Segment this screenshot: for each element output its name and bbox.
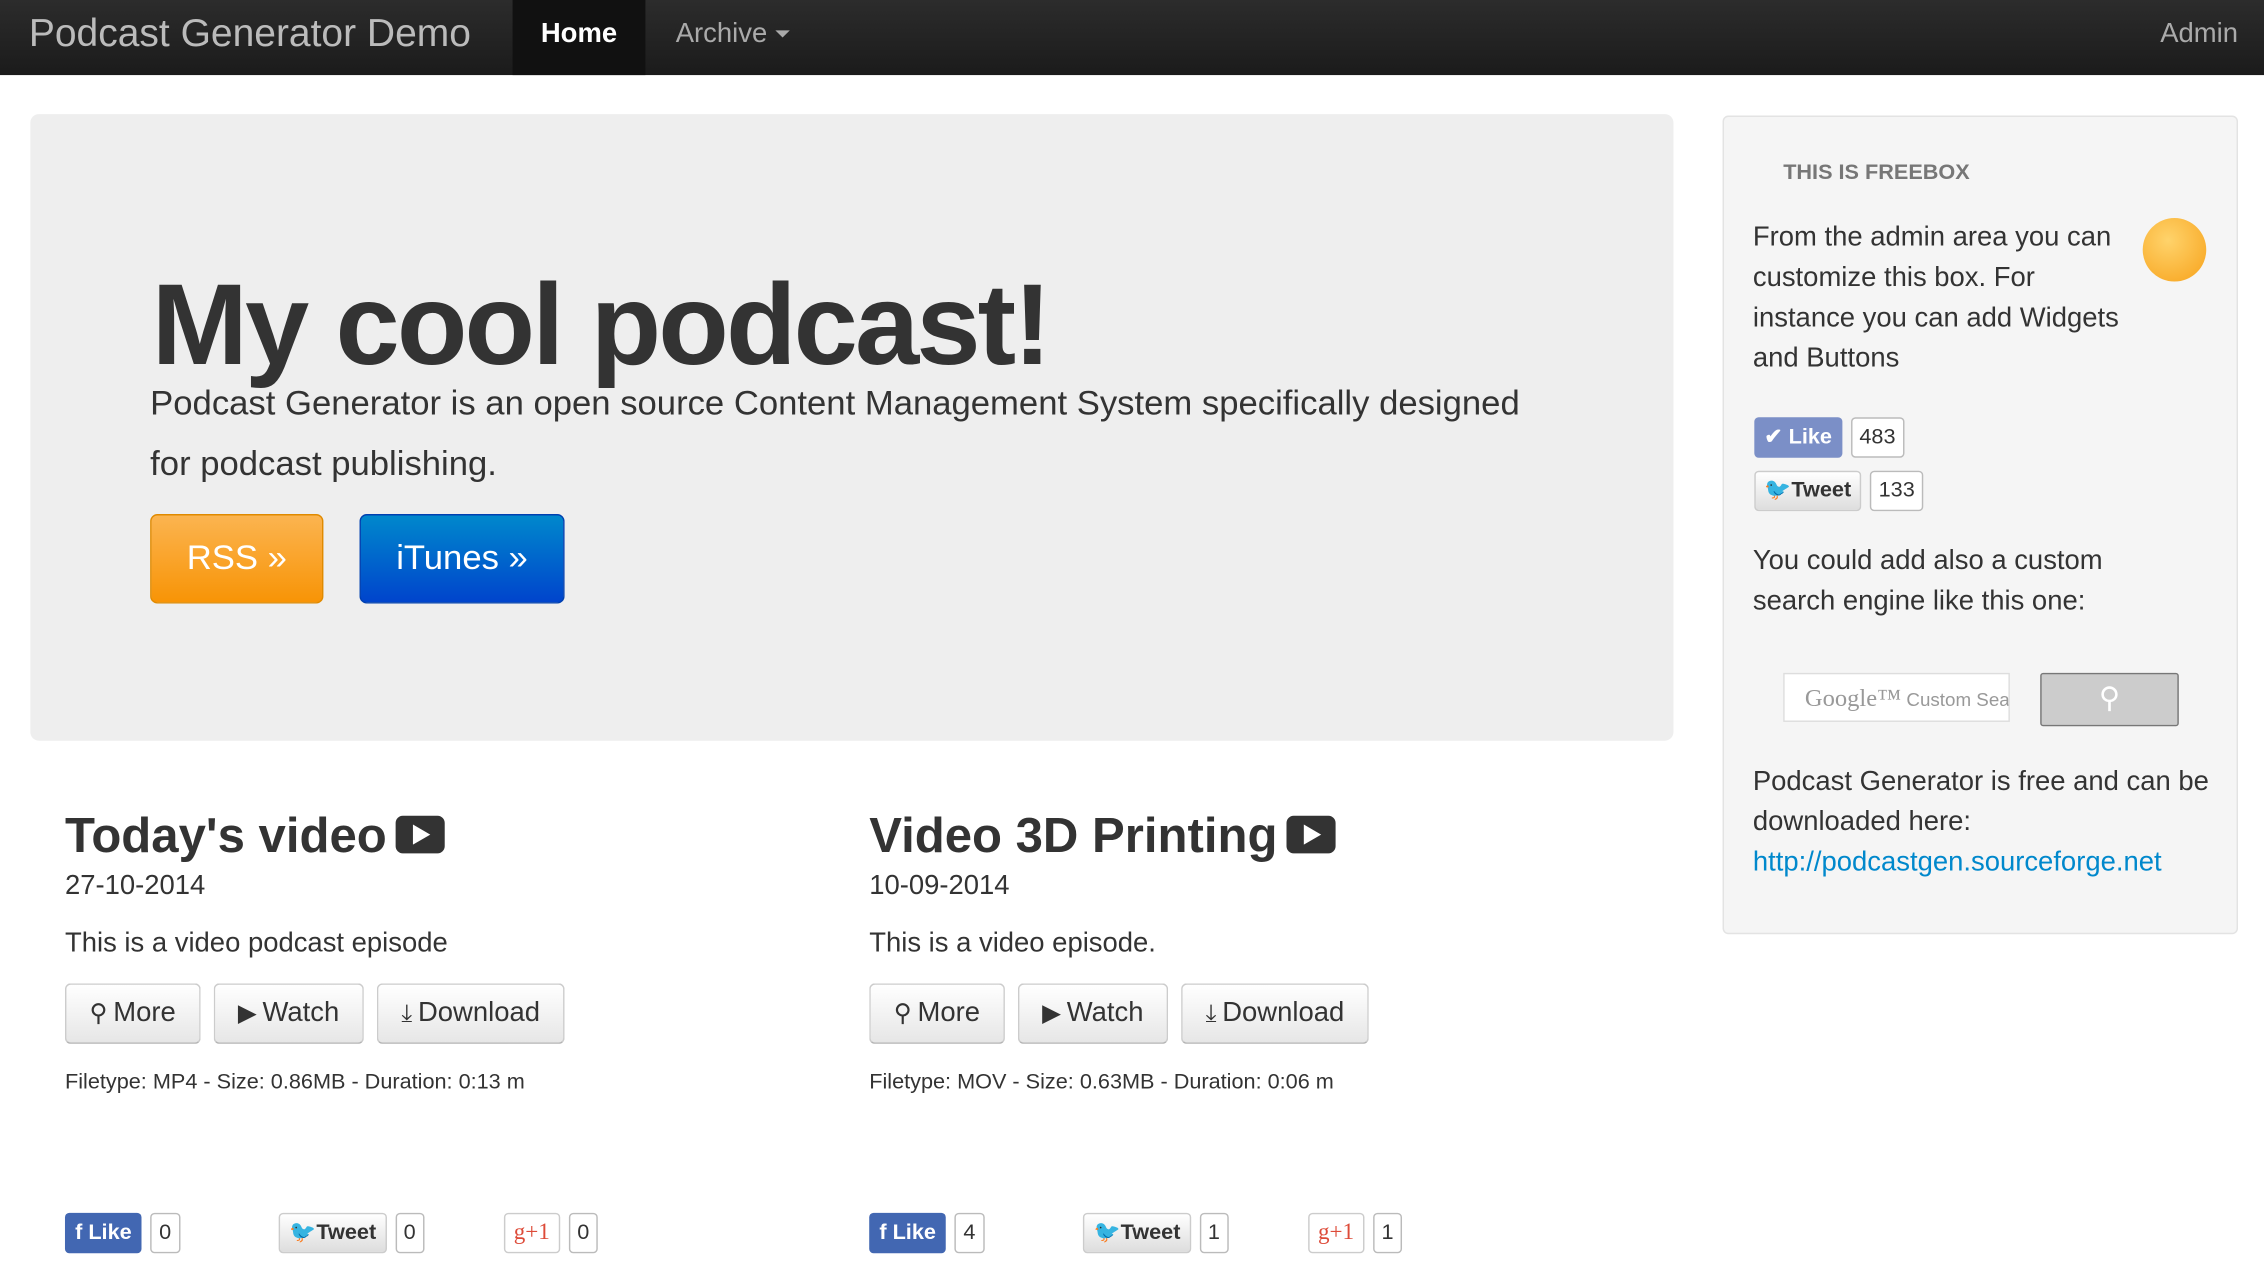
custom-search-input[interactable]: Google™ Custom Search xyxy=(1783,672,2010,722)
search-icon: ⚲ xyxy=(893,999,912,1027)
facebook-like-button[interactable]: f Like xyxy=(869,1212,947,1254)
download-label: Download xyxy=(1222,997,1345,1029)
google-plus-button[interactable]: g+1 xyxy=(503,1212,560,1254)
freebox-intro: From the admin area you can customize th… xyxy=(1752,222,2119,374)
tweet-button[interactable]: 🐦Tweet xyxy=(1754,470,1862,512)
download-icon: ⤓ xyxy=(1205,999,1217,1027)
like-label: Like xyxy=(1788,424,1832,450)
tweet-count: 0 xyxy=(394,1212,425,1254)
caret-down-icon xyxy=(775,31,791,39)
watch-label: Watch xyxy=(1066,997,1144,1029)
hero-unit: My cool podcast! Podcast Generator is an… xyxy=(30,114,1674,741)
episode-title[interactable]: Today's video xyxy=(65,809,816,865)
page: Podcast Generator Demo Home Archive Admi… xyxy=(0,0,2264,1282)
episode-title-text: Today's video xyxy=(64,808,387,864)
google-plus-button[interactable]: g+1 xyxy=(1307,1212,1365,1254)
social-buttons: f Like 0 🐦Tweet 0 g+1 0 xyxy=(64,1212,816,1254)
gplus-label: +1 xyxy=(1329,1220,1355,1245)
freebox-heading: THIS IS FREEBOX xyxy=(1783,160,1970,185)
facebook-icon: f xyxy=(879,1220,893,1245)
tweet-count: 1 xyxy=(1199,1212,1229,1254)
episode-meta: Filetype: MP4 - Size: 0.86MB - Duration:… xyxy=(64,1069,525,1095)
google-plus-icon: g xyxy=(513,1220,526,1245)
episode-meta: Filetype: MOV - Size: 0.63MB - Duration:… xyxy=(869,1069,1334,1095)
search-icon: ⚲ xyxy=(2098,682,2121,715)
like-label: Like xyxy=(892,1220,936,1245)
episode-date: 27-10-2014 xyxy=(64,870,206,901)
nav-archive-dropdown[interactable]: Archive xyxy=(676,0,791,69)
gplus-count: 0 xyxy=(568,1212,598,1254)
outro-text: Podcast Generator is free and can be dow… xyxy=(1752,766,2209,838)
search-button[interactable]: ⚲ xyxy=(2040,672,2179,727)
episode-date: 10-09-2014 xyxy=(869,870,1010,901)
twitter-bird-icon: 🐦 xyxy=(1764,477,1792,503)
like-count: 4 xyxy=(954,1212,985,1254)
gplus-count: 1 xyxy=(1372,1212,1403,1254)
video-icon xyxy=(395,815,445,854)
brand-link[interactable]: Podcast Generator Demo xyxy=(29,12,471,57)
gplus-label: +1 xyxy=(525,1220,550,1245)
sidebar-tweet-widget: 🐦Tweet 133 xyxy=(1754,470,1924,512)
google-plus-icon: g xyxy=(1317,1220,1330,1245)
episode-description: This is a video episode. xyxy=(869,928,1156,959)
google-brand: Google™ xyxy=(1804,684,1902,712)
download-label: Download xyxy=(417,997,540,1029)
hero-lead: Podcast Generator is an open source Cont… xyxy=(150,384,1520,484)
watch-button[interactable]: ▶ Watch xyxy=(213,983,364,1044)
episode-title[interactable]: Video 3D Printing xyxy=(869,809,1620,865)
rss-button[interactable]: RSS » xyxy=(150,514,324,604)
nav-archive-label: Archive xyxy=(675,18,768,50)
more-label: More xyxy=(113,997,176,1029)
freebox-outro: Podcast Generator is free and can be dow… xyxy=(1753,762,2215,883)
watch-label: Watch xyxy=(262,997,340,1029)
itunes-button[interactable]: iTunes » xyxy=(359,514,565,604)
sourceforge-link[interactable]: http://podcastgen.sourceforge.net xyxy=(1753,848,2162,878)
search-placeholder: Custom Search xyxy=(1906,688,2010,711)
twitter-bird-icon: 🐦 xyxy=(289,1220,317,1245)
twitter-bird-icon: 🐦 xyxy=(1093,1220,1121,1245)
page-title: My cool podcast! xyxy=(151,259,1052,389)
sidebar-like-widget: ✔ Like 483 xyxy=(1754,417,1905,458)
search-icon: ⚲ xyxy=(89,999,108,1027)
like-button[interactable]: ✔ Like xyxy=(1754,417,1843,458)
freebox-sidebar: THIS IS FREEBOX From the admin area you … xyxy=(1722,115,2239,935)
like-count: 0 xyxy=(150,1212,180,1254)
download-icon: ⤓ xyxy=(401,999,413,1027)
play-icon: ▶ xyxy=(1042,999,1062,1027)
nav-admin[interactable]: Admin xyxy=(2160,0,2238,69)
facebook-like-button[interactable]: f Like xyxy=(64,1212,142,1254)
tweet-label: Tweet xyxy=(1791,477,1852,503)
watch-button[interactable]: ▶ Watch xyxy=(1017,983,1169,1044)
video-icon xyxy=(1286,815,1336,854)
episode-description: This is a video podcast episode xyxy=(64,928,448,959)
tweet-button[interactable]: 🐦Tweet xyxy=(1083,1212,1191,1254)
more-button[interactable]: ⚲ More xyxy=(869,983,1005,1044)
download-button[interactable]: ⤓ Download xyxy=(1181,983,1369,1044)
more-label: More xyxy=(917,997,981,1029)
navbar: Podcast Generator Demo Home Archive Admi… xyxy=(0,0,2264,76)
search-text: You could add also a custom search engin… xyxy=(1752,545,2103,617)
tweet-count: 133 xyxy=(1869,470,1924,512)
download-button[interactable]: ⤓ Download xyxy=(376,983,565,1044)
play-icon: ▶ xyxy=(237,999,257,1027)
tweet-button[interactable]: 🐦Tweet xyxy=(279,1212,387,1254)
episode-card: Today's video 27-10-2014 This is a video… xyxy=(64,809,816,1254)
social-buttons: f Like 4 🐦Tweet 1 g+1 1 xyxy=(869,1212,1620,1254)
facebook-icon: f xyxy=(75,1220,89,1245)
smiley-icon xyxy=(2142,218,2207,282)
nav-home[interactable]: Home xyxy=(512,0,646,76)
like-label: Like xyxy=(88,1220,132,1245)
more-button[interactable]: ⚲ More xyxy=(64,983,201,1044)
tweet-label: Tweet xyxy=(316,1220,377,1245)
tweet-label: Tweet xyxy=(1120,1220,1181,1245)
episode-card: Video 3D Printing 10-09-2014 This is a v… xyxy=(869,809,1620,1254)
like-count: 483 xyxy=(1850,417,1905,458)
check-icon: ✔ xyxy=(1764,424,1789,450)
episode-title-text: Video 3D Printing xyxy=(869,808,1278,864)
